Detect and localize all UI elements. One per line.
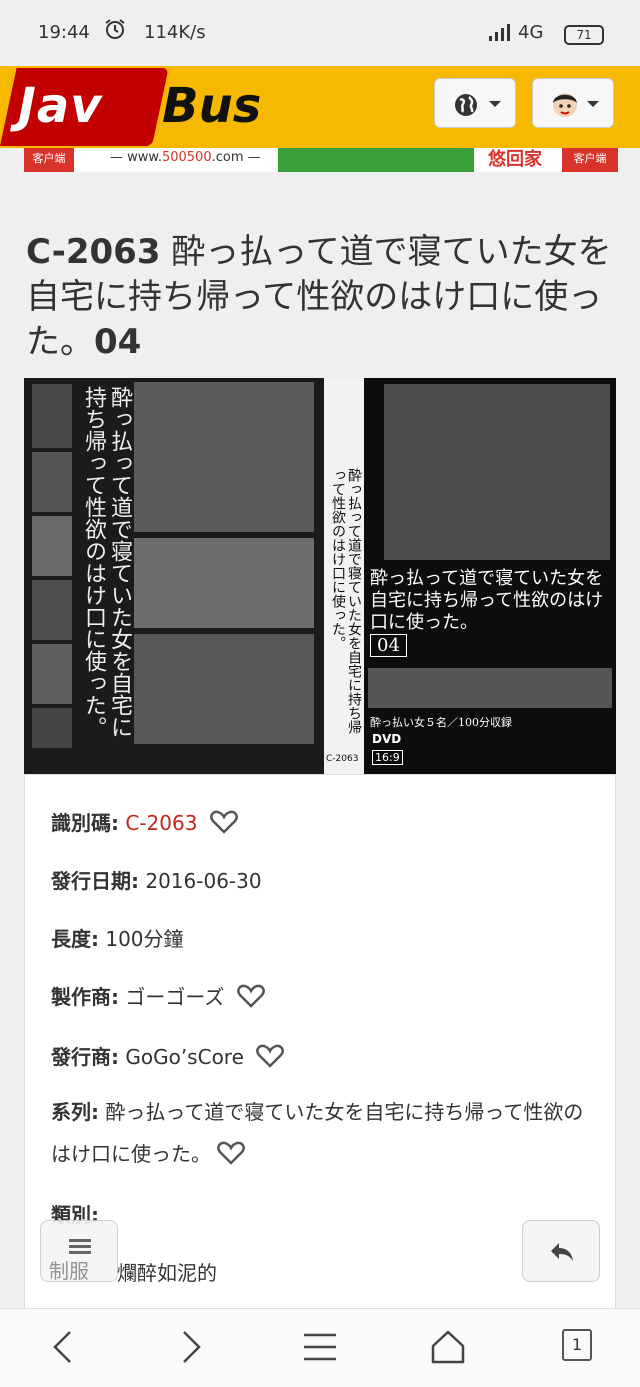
- logo-bus[interactable]: Bus: [162, 78, 261, 134]
- language-button[interactable]: [434, 78, 516, 128]
- user-avatar-icon: [553, 93, 577, 117]
- dvd-label: DVD: [372, 732, 402, 746]
- thumb-photo: [32, 452, 72, 512]
- globe-icon: [455, 94, 477, 116]
- front-strip-photos: [368, 668, 612, 708]
- heart-outline-icon[interactable]: [236, 984, 265, 1008]
- movie-title: C-2063 酔っ払って道で寝ていた女を自宅に持ち帰って性欲のはけ口に使った。0…: [26, 230, 616, 365]
- studio-row: 製作商: ゴーゴーズ: [51, 981, 265, 1010]
- heart-outline-icon[interactable]: [217, 1141, 245, 1165]
- front-number: 04: [370, 634, 407, 657]
- label-row: 發行商: GoGo’sCore: [51, 1041, 285, 1070]
- length-value: 100分鐘: [105, 927, 184, 951]
- series-value[interactable]: 酔っ払って道で寝ていた女を自宅に持ち帰って性欲のはけ口に使った。: [51, 1100, 583, 1166]
- scene-photo: [134, 382, 314, 532]
- battery-indicator: 71: [564, 25, 604, 45]
- studio-label: 製作商:: [51, 985, 119, 1009]
- length-row: 長度: 100分鐘: [51, 923, 184, 952]
- ad-middle-graphic: [278, 148, 474, 172]
- chevron-left-icon[interactable]: [50, 1329, 74, 1365]
- ad-url: — www.500500.com —: [110, 150, 261, 165]
- front-photo: [384, 384, 610, 560]
- id-value[interactable]: C-2063: [125, 811, 197, 835]
- movie-title-number: 04: [94, 322, 142, 362]
- network-type: 4G: [518, 22, 544, 43]
- chevron-down-icon: [489, 101, 501, 107]
- cover-image[interactable]: 酔っ払って道で寝ていた女を自宅に持ち帰って性欲のはけ口に使った。 酔っ払って道で…: [24, 378, 616, 774]
- floating-menu-label: 制服: [49, 1259, 89, 1283]
- cover-back: 酔っ払って道で寝ていた女を自宅に持ち帰って性欲のはけ口に使った。: [24, 378, 324, 774]
- heart-outline-icon[interactable]: [256, 1044, 285, 1068]
- ad-banner[interactable]: 客户端 — www.500500.com — 悠回家 客户端: [24, 148, 618, 172]
- release-value: 2016-06-30: [145, 869, 262, 893]
- front-subtitle: 酔っ払い女５名／100分収録: [370, 716, 512, 729]
- ad-left-label: 客户端: [24, 148, 74, 172]
- chevron-down-icon: [587, 101, 599, 107]
- alarm-clock-icon: [105, 19, 125, 39]
- spine-code: C-2063: [326, 754, 359, 764]
- cover-spine: 酔っ払って道で寝ていた女を自宅に持ち帰って性欲のはけ口に使った。 C-2063: [324, 378, 364, 774]
- scene-photo: [134, 538, 314, 628]
- thumb-photo: [32, 580, 72, 640]
- release-label: 發行日期:: [51, 869, 139, 893]
- id-label: 識別碼:: [51, 811, 119, 835]
- publisher-value[interactable]: GoGo’sCore: [125, 1045, 244, 1069]
- status-time: 19:44: [38, 22, 90, 43]
- network-speed: 114K/s: [144, 22, 206, 43]
- signal-bars-icon: [489, 24, 510, 41]
- series-row: 系列: 酔っ払って道で寝ていた女を自宅に持ち帰って性欲のはけ口に使った。: [51, 1091, 591, 1175]
- ad-right-label: 客户端: [562, 148, 618, 172]
- user-menu-button[interactable]: [532, 78, 614, 128]
- series-label: 系列:: [51, 1100, 99, 1124]
- back-vertical-title: 酔っ払って道で寝ていた女を自宅に持ち帰って性欲のはけ口に使った。: [81, 386, 132, 738]
- cover-front: 酔っ払って道で寝ていた女を自宅に持ち帰って性欲のはけ口に使った。 04 酔っ払い…: [364, 378, 616, 774]
- length-label: 長度:: [51, 927, 99, 951]
- reply-arrow-icon: [551, 1243, 573, 1261]
- studio-value[interactable]: ゴーゴーズ: [125, 985, 224, 1009]
- thumb-photo: [32, 644, 72, 704]
- home-icon[interactable]: [430, 1329, 466, 1365]
- spine-title: 酔っ払って道で寝ていた女を自宅に持ち帰って性欲のはけ口に使った。: [330, 468, 362, 734]
- heart-outline-icon[interactable]: [209, 810, 238, 834]
- tab-count-button[interactable]: 1: [562, 1329, 592, 1361]
- genre-tag[interactable]: 爛醉如泥的: [117, 1257, 217, 1286]
- chevron-right-icon[interactable]: [180, 1329, 204, 1365]
- logo-jav[interactable]: Jav: [18, 78, 103, 134]
- ad-brand: 悠回家: [474, 148, 556, 172]
- site-header: Jav Bus: [0, 66, 640, 148]
- menu-lines-icon[interactable]: [302, 1329, 338, 1365]
- floating-back-button[interactable]: [522, 1220, 600, 1282]
- release-row: 發行日期: 2016-06-30: [51, 865, 262, 894]
- front-title: 酔っ払って道で寝ていた女を自宅に持ち帰って性欲のはけ口に使った。: [370, 568, 604, 633]
- scene-photo: [134, 634, 314, 744]
- status-bar: 19:44 114K/s 4G 71: [0, 0, 640, 66]
- thumb-photo: [32, 384, 72, 448]
- thumb-photo: [32, 516, 72, 576]
- browser-bottom-bar: 1: [0, 1308, 640, 1387]
- ratio-label: 16:9: [372, 750, 403, 765]
- id-row: 識別碼: C-2063: [51, 807, 238, 836]
- genre-value[interactable]: 爛醉如泥的: [117, 1261, 217, 1285]
- publisher-label: 發行商:: [51, 1045, 119, 1069]
- thumb-photo: [32, 708, 72, 748]
- floating-menu-button[interactable]: 制服: [40, 1220, 118, 1283]
- movie-code: C-2063: [26, 232, 161, 272]
